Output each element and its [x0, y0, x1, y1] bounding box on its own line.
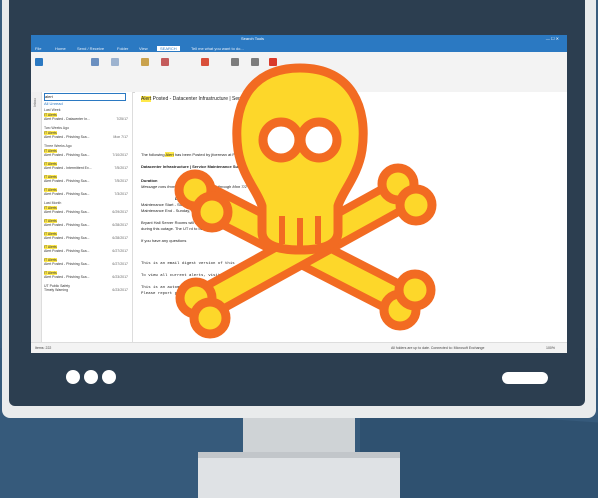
categorized-icon[interactable]	[161, 58, 169, 66]
tab-search[interactable]: SEARCH	[157, 46, 180, 51]
ribbon-tabs: File Home Send / Receive Folder View SEA…	[31, 45, 567, 52]
include-older-icon[interactable]	[91, 58, 99, 66]
sync-status: All folders are up to date. Connected to…	[391, 346, 485, 350]
item-count: Items: 222	[35, 346, 52, 350]
tab-file[interactable]: File	[35, 46, 41, 51]
tab-folder[interactable]: Folder	[117, 46, 128, 51]
list-item[interactable]: UT Public Safety Timely Warning 6/23/2017	[44, 284, 130, 296]
body-line: Please report problems with	[141, 292, 206, 296]
list-item[interactable]: IT Alerts Alert Posted - Phishing Sca... 6…	[44, 245, 130, 257]
search-tools-icon[interactable]	[251, 58, 259, 66]
list-item[interactable]: IT Alerts Alert Posted - Phishing Sca... M…	[44, 131, 130, 143]
body-line: during this outage. The UT rd to be comp…	[141, 226, 280, 231]
body-line: This is an automated message	[141, 286, 209, 290]
body-line: Bryant Hall Server Rooms will be powered…	[141, 220, 369, 225]
monitor-screen: Search Tools — ☐ ✕ File Home Send / Rece…	[31, 35, 567, 353]
body-line: Maintenance End - Sunday, 7/23	[141, 208, 199, 213]
message-subject: Alert Posted - Datacenter Infrastructure…	[141, 96, 255, 102]
folder-rail: Inbox	[31, 92, 42, 342]
indicator-dot	[84, 370, 98, 384]
list-item[interactable]: IT Alerts Alert Posted - Phishing Sca... 6…	[44, 258, 130, 270]
rail-label: Inbox	[33, 98, 37, 107]
list-item[interactable]: IT Alerts Alert Posted - Phishing Sca... 6…	[44, 232, 130, 244]
reading-pane: Alert Posted - Datacenter Infrastructure…	[135, 92, 567, 342]
body-line: Message runs from Fri 7/21/2017 12:22:00…	[141, 184, 247, 189]
monitor-neck	[243, 418, 355, 452]
window-title: Search Tools	[241, 36, 265, 41]
tab-home[interactable]: Home	[55, 46, 66, 51]
list-item[interactable]: IT Alerts Alert Posted - Datacenter In...…	[44, 113, 130, 125]
ribbon	[31, 52, 567, 93]
body-line: Duration	[141, 178, 158, 183]
list-item[interactable]: IT Alerts Alert Posted - Phishing Sca... 7…	[44, 188, 130, 200]
outlook-titlebar: Search Tools — ☐ ✕	[31, 35, 567, 45]
status-bar: Items: 222 All folders are up to date. C…	[31, 342, 567, 353]
zoom-level[interactable]: 100%	[546, 346, 555, 350]
body-line: To view all current alerts, visit	[141, 274, 221, 278]
body-line: Datacenter Infrastructure	[175, 196, 223, 201]
recent-searches-icon[interactable]	[231, 58, 239, 66]
monitor-chin	[9, 362, 585, 406]
body-line: This is an email digest version of this	[141, 262, 235, 266]
list-item[interactable]: IT Alerts Alert Posted - Phishing Sca... 6…	[44, 219, 130, 231]
list-item[interactable]: IT Alerts Alert Posted - Phishing Sca... 7…	[44, 149, 130, 161]
indicator-dot	[102, 370, 116, 384]
indicator-dot	[66, 370, 80, 384]
list-item[interactable]: IT Alerts Alert Posted - Phishing Sca... 6…	[44, 271, 130, 283]
from-icon[interactable]	[111, 58, 119, 66]
close-search-icon[interactable]	[269, 58, 277, 66]
tab-send-receive[interactable]: Send / Receive	[77, 46, 104, 51]
list-filter[interactable]: All Unread	[44, 101, 63, 106]
list-item[interactable]: IT Alerts Alert Posted - Phishing Sca... 7…	[44, 175, 130, 187]
group-label: Last Month	[44, 201, 62, 205]
body-line: Maintenance Start - Sunday, 7/2	[141, 202, 199, 207]
body-line: Datacenter Infrastructure | Service Main…	[141, 164, 252, 169]
list-item[interactable]: IT Alerts Alert Posted - Phishing Sca... 6…	[44, 206, 130, 218]
flagged-icon[interactable]	[201, 58, 209, 66]
all-mailboxes-icon[interactable]	[35, 58, 43, 66]
group-label: Two Weeks Ago	[44, 126, 70, 130]
body-line: The following Alert has been Posted by j…	[141, 152, 273, 157]
tell-me-box[interactable]: Tell me what you want to do...	[191, 46, 244, 51]
message-list: alert All Unread Last Week IT Alerts Aler…	[42, 92, 133, 342]
tab-view[interactable]: View	[139, 46, 148, 51]
group-label: Three Weeks Ago	[44, 144, 72, 148]
monitor-base	[198, 452, 400, 498]
body-line: If you have any questions	[141, 238, 187, 243]
has-attachments-icon[interactable]	[141, 58, 149, 66]
power-indicator	[502, 372, 548, 384]
window-controls[interactable]: — ☐ ✕	[546, 36, 559, 41]
list-item[interactable]: IT Alerts Alert Posted - Intermittent Ex.…	[44, 162, 130, 174]
search-input[interactable]: alert	[44, 93, 126, 101]
group-label: Last Week	[44, 108, 61, 112]
